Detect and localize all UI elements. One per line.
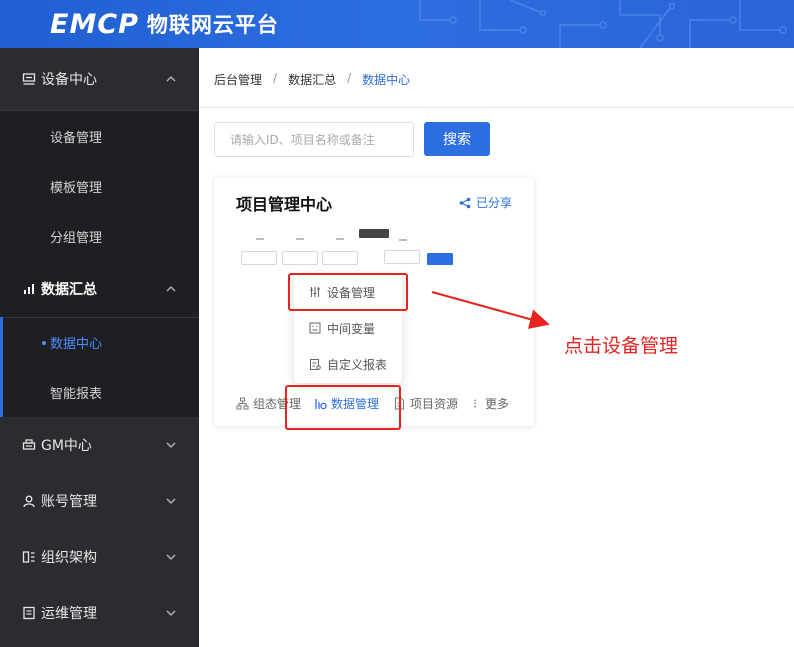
sidebar-group-header-gm-center[interactable]: GM中心 <box>0 417 199 473</box>
sidebar-submenu-data-summary: 数据中心 智能报表 <box>0 318 199 417</box>
annotation-arrow <box>431 291 550 329</box>
thumb-mark <box>296 238 304 240</box>
search-placeholder: 请输入ID、项目名称或备注 <box>230 133 375 147</box>
sidebar-group-label: 组织架构 <box>41 550 97 566</box>
more-label: 更多 <box>485 396 510 411</box>
more-link[interactable]: 更多 <box>472 392 509 414</box>
sidebar-group-header-device-center[interactable]: 设备中心 <box>0 48 199 110</box>
share-label: 已分享 <box>475 196 512 210</box>
breadcrumb-separator: / <box>347 71 352 85</box>
sidebar-group-header-org-structure[interactable]: 组织架构 <box>0 529 199 585</box>
share-status[interactable]: 已分享 <box>459 194 512 211</box>
search-button[interactable]: 搜索 <box>424 122 490 156</box>
sidebar-group-header-account-management[interactable]: 账号管理 <box>0 473 199 529</box>
thumb-box <box>282 251 318 265</box>
breadcrumb: 后台管理 / 数据汇总 / 数据中心 <box>214 71 410 88</box>
logo[interactable]: EMCP 物联网云平台 <box>50 8 279 40</box>
active-dot-icon <box>42 340 46 345</box>
sidebar-item-label: 分组管理 <box>50 230 103 246</box>
thumb-mark <box>336 238 344 240</box>
sidebar-item-label: 数据中心 <box>50 337 103 352</box>
menu-item-label: 自定义报表 <box>327 357 388 372</box>
sidebar-group-label: 运维管理 <box>41 606 97 622</box>
sidebar-item-label: 设备管理 <box>50 130 103 146</box>
menu-item-label: 中间变量 <box>327 321 376 336</box>
logo-mark: EMCP <box>50 8 139 40</box>
sidebar-item-group-management[interactable]: 分组管理 <box>0 211 199 261</box>
sidebar-submenu-device-center: 设备管理 模板管理 分组管理 <box>0 111 199 261</box>
thumb-mark <box>399 239 407 241</box>
thumb-mark <box>256 238 264 240</box>
thumb-box <box>322 251 358 265</box>
thumb-box <box>241 251 277 265</box>
sidebar-item-template-management[interactable]: 模板管理 <box>0 161 199 211</box>
highlight-box-device-management <box>288 273 408 311</box>
project-thumbnail <box>236 227 464 267</box>
sidebar-item-label: 模板管理 <box>50 180 103 196</box>
breadcrumb-item-data-center: 数据中心 <box>362 73 411 87</box>
chevron-down-icon <box>166 610 176 616</box>
sidebar-group-data-summary: 数据汇总 数据中心 智能报表 <box>0 261 199 417</box>
chevron-up-icon <box>166 286 176 292</box>
chevron-down-icon <box>166 498 176 504</box>
thumb-box <box>384 250 420 264</box>
breadcrumb-item-admin[interactable]: 后台管理 <box>214 71 262 88</box>
grid-variable-icon <box>309 322 321 334</box>
report-icon <box>310 359 321 370</box>
device-icon <box>22 72 36 86</box>
chevron-up-icon <box>166 76 176 82</box>
sidebar-item-label: 智能报表 <box>50 386 103 402</box>
sidebar-item-data-center[interactable]: 数据中心 <box>0 318 199 367</box>
share-icon <box>459 197 471 208</box>
user-icon <box>22 494 36 508</box>
search-input[interactable]: 请输入ID、项目名称或备注 <box>214 122 414 157</box>
sidebar-item-device-management[interactable]: 设备管理 <box>0 111 199 161</box>
chart-icon <box>22 282 36 296</box>
menu-item-custom-report[interactable]: 自定义报表 <box>294 347 402 381</box>
project-resource-label: 项目资源 <box>410 396 459 411</box>
org-chart-icon <box>236 397 249 409</box>
sidebar-group-label: 账号管理 <box>41 494 97 510</box>
thumb-blue-box <box>427 253 453 265</box>
menu-item-intermediate-variable[interactable]: 中间变量 <box>294 311 402 345</box>
top-header: EMCP 物联网云平台 <box>0 0 794 48</box>
sidebar-group-header-data-summary[interactable]: 数据汇总 <box>0 261 199 317</box>
card-title: 项目管理中心 <box>236 195 333 214</box>
more-vertical-icon <box>474 399 476 407</box>
highlight-box-data-management <box>285 385 401 430</box>
sidebar-group-header-ops-management[interactable]: 运维管理 <box>0 585 199 641</box>
project-resource-link[interactable]: 项目资源 <box>393 392 458 414</box>
thumb-header-box <box>359 229 389 238</box>
sidebar-group-label: 数据汇总 <box>41 282 97 298</box>
sidebar-group-label: 设备中心 <box>41 72 97 88</box>
printer-icon <box>22 438 36 452</box>
clipboard-icon <box>22 606 36 620</box>
chevron-down-icon <box>166 554 176 560</box>
sidebar-group-label: GM中心 <box>41 438 92 454</box>
breadcrumb-separator: / <box>273 71 278 85</box>
org-icon <box>22 550 36 564</box>
chevron-down-icon <box>166 442 176 448</box>
sidebar-item-smart-report[interactable]: 智能报表 <box>0 367 199 417</box>
logo-text: 物联网云平台 <box>146 13 279 37</box>
divider <box>199 107 794 108</box>
breadcrumb-item-data-summary[interactable]: 数据汇总 <box>288 71 336 88</box>
sidebar: 设备中心 设备管理 模板管理 分组管理 数据汇总 数据中心 智能报表 GM中心 … <box>0 48 199 647</box>
annotation-text: 点击设备管理 <box>564 335 679 357</box>
sidebar-group-device-center: 设备中心 设备管理 模板管理 分组管理 <box>0 48 199 261</box>
